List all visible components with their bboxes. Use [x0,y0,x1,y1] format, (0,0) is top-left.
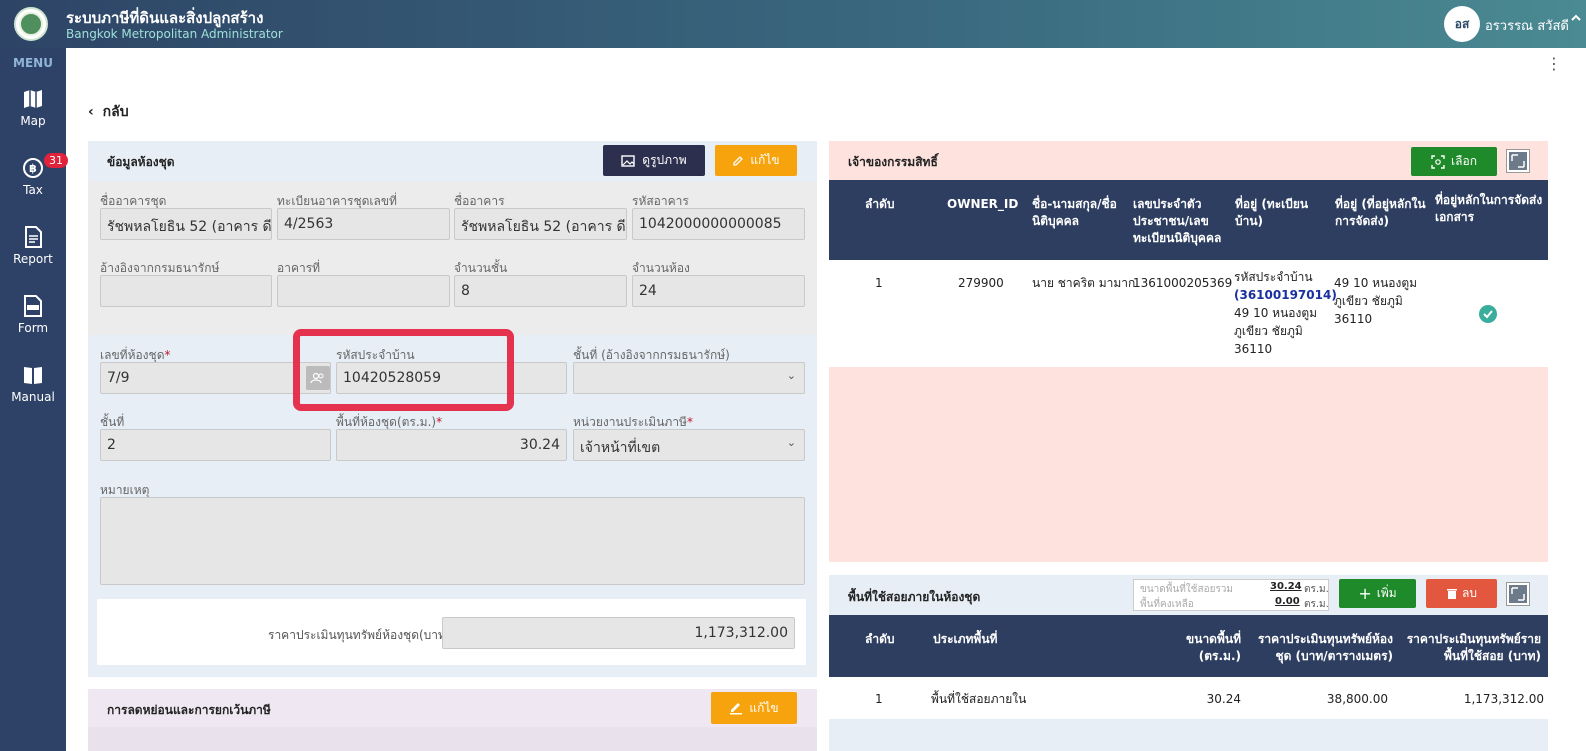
image-icon [621,154,635,167]
sidebar-item-label: Tax [23,183,43,197]
house-code-link[interactable]: (36100197014) [1234,288,1337,302]
select-icon [1431,154,1445,169]
owner-table-header: ลำดับ OWNER_ID ชื่อ-นามสกุล/ชื่อนิติบุคค… [829,180,1548,260]
building-field[interactable]: รัชพหลโยธิน 52 (อาคาร ดี) [454,208,627,240]
expand-icon[interactable] [1506,582,1530,606]
owner-title: เจ้าของกรรมสิทธิ์ [848,155,938,169]
usage-col-price-per-sqm: ราคาประเมินทุนทรัพย์ห้องชุด (บาท/ตารางเม… [1257,632,1393,663]
top-header: ระบบภาษีที่ดินและสิ่งปลูกสร้าง Bangkok M… [0,0,1586,48]
sidebar-item-label: Map [20,114,46,128]
owner-col-idno: เลขประจำตัวประชาชน/เลขทะเบียนนิติบุคคล [1133,197,1222,245]
tax-unit-select[interactable]: เจ้าหน้าที่เขต ⌄ [573,429,805,461]
chevron-up-icon[interactable] [1570,12,1582,27]
price-label: ราคาประเมินทุนทรัพย์ห้องชุด(บาท) [268,628,451,642]
sidebar-item-label: Form [17,321,49,335]
building-code-field[interactable]: 1042000000000085 [632,208,805,240]
remark-textarea[interactable] [100,497,805,585]
kebab-menu-icon[interactable]: ⋮ [1546,54,1562,73]
reduction-panel [88,689,817,751]
tax-badge: 31 [44,153,68,168]
pencil-icon [733,155,744,166]
bma-logo [14,7,48,41]
report-icon [25,226,42,248]
floors-field[interactable]: 8 [454,275,627,307]
building-name-field[interactable]: รัชพหลโยธิน 52 (อาคาร ดี) [100,208,272,240]
sidebar-item-report[interactable]: Report [0,226,66,266]
owner-col-mail-addr: ที่อยู่ (ที่อยู่หลักในการจัดส่ง) [1335,197,1426,228]
table-row[interactable]: 1 279900 นาย ชาคริต มามาก 1361000205369 … [829,260,1548,367]
map-icon [24,90,42,108]
plus-icon: + [1358,584,1372,603]
edit-unit-button[interactable]: แก้ไข [715,145,797,176]
usage-col-size: ขนาดพื้นที่ (ตร.ม.) [1186,632,1241,663]
edit-reduction-button[interactable]: แก้ไข [711,692,797,724]
user-name[interactable]: อรวรรณ สวัสดี [1485,15,1569,36]
rooms-field[interactable]: 24 [632,275,805,307]
owner-col-name: ชื่อ-นามสกุล/ชื่อนิติบุคคล [1032,197,1117,228]
floor-treasury-select[interactable]: ⌄ [573,362,805,394]
expand-icon[interactable] [1506,149,1530,173]
building-no-field[interactable] [277,275,450,307]
chevron-left-icon: ‹ [88,104,94,120]
reduction-title: การลดหย่อนและการยกเว้นภาษี [107,703,271,717]
sidebar-item-tax[interactable]: ฿ Tax 31 [0,153,68,197]
tax-icon: ฿ [23,158,43,178]
usage-col-price: ราคาประเมินทุนทรัพย์ราย พื้นที่ใช้สอย (บ… [1406,632,1541,663]
pencil-icon [730,703,743,715]
unit-info-title: ข้อมูลห้องชุด [107,155,175,169]
usage-col-no: ลำดับ [865,632,895,646]
app-subtitle: Bangkok Metropolitan Administrator [66,27,283,41]
form-icon [24,295,42,317]
view-image-button[interactable]: ดูรูปภาพ [603,145,705,176]
owner-col-no: ลำดับ [865,197,895,211]
registry-no-field[interactable]: 4/2563 [277,208,450,240]
highlight-box [293,329,514,411]
usage-table-header: ลำดับ ประเภทพื้นที่ ขนาดพื้นที่ (ตร.ม.) … [829,615,1548,677]
floor-field[interactable]: 2 [100,429,331,461]
chevron-down-icon: ⌄ [786,369,796,382]
sidebar: MENU Map ฿ Tax 31 Report Form Manual [0,48,68,751]
owner-col-doc-addr: ที่อยู่หลักในการจัดส่งเอกสาร [1435,193,1543,224]
user-avatar[interactable]: อส [1444,6,1480,42]
price-field[interactable]: 1,173,312.00 [442,617,795,649]
table-row[interactable]: 1 พื้นที่ใช้สอยภายใน 30.24 38,800.00 1,1… [829,677,1548,719]
check-icon[interactable] [1479,305,1497,323]
select-owner-button[interactable]: เลือก [1411,147,1497,176]
treasury-ref-field[interactable] [100,275,272,307]
sidebar-item-manual[interactable]: Manual [0,364,66,404]
area-summary-box: ขนาดพื้นที่ใช้สอยรวม 30.24 ตร.ม. พื้นที่… [1133,579,1329,611]
menu-label: MENU [13,56,53,70]
sidebar-item-map[interactable]: Map [0,88,66,128]
usage-title: พื้นที่ใช้สอยภายในห้องชุด [848,590,981,604]
trash-icon [1447,588,1457,599]
add-area-button[interactable]: + เพิ่ม [1339,579,1416,608]
sidebar-item-label: Manual [11,390,55,404]
delete-area-button[interactable]: ลบ [1426,579,1497,608]
area-field[interactable]: 30.24 [336,429,567,461]
sidebar-item-form[interactable]: Form [0,295,66,335]
usage-col-type: ประเภทพื้นที่ [933,632,998,646]
owner-col-addr: ที่อยู่ (ทะเบียนบ้าน) [1235,197,1309,228]
svg-text:฿: ฿ [29,162,37,175]
sidebar-item-label: Report [13,252,53,266]
chevron-down-icon: ⌄ [786,436,796,449]
owner-col-id: OWNER_ID [947,197,1019,211]
back-button[interactable]: ‹ กลับ [88,101,129,123]
manual-icon [24,367,42,384]
